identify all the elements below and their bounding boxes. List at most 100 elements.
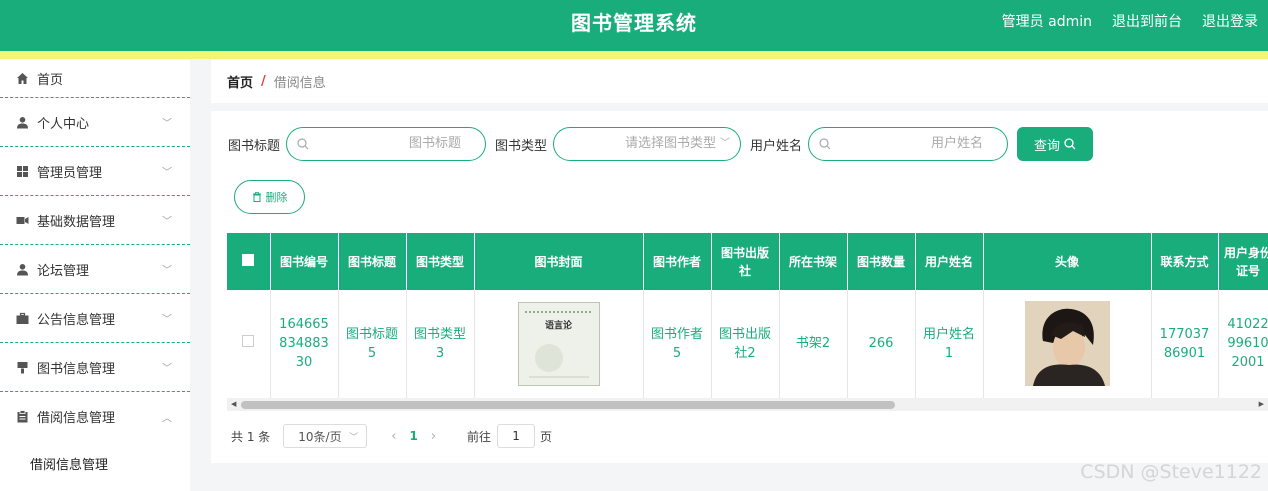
type-select-placeholder: 请选择图书类型 [625,136,717,151]
total-count: 共 1 条 [231,429,271,444]
chevron-down-icon: ﹀ [720,138,731,149]
goto-page-input[interactable]: 1 [497,424,536,448]
sidebar-item-label: 公告信息管理 [37,312,116,328]
column-header: 图书数量 [847,233,916,290]
user-search-input[interactable]: 用户姓名 [808,127,1009,161]
chevron-down-icon: ﹀ [162,314,172,326]
chevron-down-icon: ﹀ [162,167,172,179]
column-header: 用户身份证号 [1218,233,1268,290]
id-card-cell: 41022996102001 [1218,290,1268,399]
delete-button[interactable]: 删除 [234,180,305,214]
page-size-select[interactable]: 10条/页 ﹀ [283,424,368,448]
prev-page-icon[interactable]: ‹ [391,429,396,444]
main-panel: 图书标题 图书标题 图书类型 请选择图书类型 ﹀ 用户姓名 用户姓名 查询 删除 [211,111,1268,463]
table-horizontal-scrollbar[interactable]: ◀ ▶ [227,398,1268,411]
next-page-icon[interactable]: › [431,429,436,444]
scrollbar-thumb[interactable] [241,401,895,409]
search-icon [819,138,831,150]
shelf-cell: 书架2 [779,290,848,399]
type-search-label: 图书类型 [495,138,548,154]
home-icon [16,72,29,85]
title-search-input[interactable]: 图书标题 [286,127,487,161]
cover-cell: 语言论 [474,290,644,399]
trash-icon [252,192,261,202]
query-button[interactable]: 查询 [1017,127,1094,161]
column-header: 图书出版社 [711,233,780,290]
search-bar: 图书标题 图书标题 图书类型 请选择图书类型 ﹀ 用户姓名 用户姓名 查询 [228,127,1094,161]
book-cover-title: 语言论 [544,320,572,331]
logout-link[interactable]: 退出登录 [1202,0,1258,46]
sidebar-item-basic-data[interactable]: 基础数据管理 ﹀ [0,196,190,245]
header-accent-bar [0,51,1268,59]
sidebar-item-notice[interactable]: 公告信息管理 ﹀ [0,294,190,343]
title-search-label: 图书标题 [228,138,281,154]
type-select[interactable]: 请选择图书类型 ﹀ [553,127,742,161]
admin-label[interactable]: 管理员 admin [1002,0,1092,46]
title-cell: 图书标题5 [338,290,407,399]
column-header: 图书标题 [338,233,407,290]
delete-button-label: 删除 [265,191,288,204]
column-header: 联系方式 [1151,233,1219,290]
column-header: 用户姓名 [915,233,984,290]
select-all-checkbox[interactable] [242,253,255,266]
sidebar-item-admin-management[interactable]: 管理员管理 ﹀ [0,147,190,196]
table-row[interactable]: 16466583488330 图书标题5 图书类型3 语言论 图书作者5 图书出… [227,290,1268,399]
clipboard-icon [16,410,29,423]
sidebar-item-book-info[interactable]: 图书信息管理 ﹀ [0,343,190,392]
title-search-placeholder: 图书标题 [409,136,462,151]
user-name-cell: 用户姓名1 [915,290,984,399]
top-header: 图书管理系统 管理员 admin 退出到前台 退出登录 [0,0,1268,51]
column-header: 图书编号 [270,233,339,290]
query-button-label: 查询 [1034,138,1061,154]
sidebar-item-label: 论坛管理 [37,263,90,279]
user-icon [16,263,29,276]
book-no-cell: 16466583488330 [270,290,339,399]
sidebar-item-personal-center[interactable]: 个人中心 ﹀ [0,98,190,147]
column-header: 头像 [983,233,1152,290]
user-icon [16,116,29,129]
watermark: CSDN @Steve1122 [1080,461,1262,483]
goto-label: 前往 [467,429,492,444]
sidebar-item-label: 图书信息管理 [37,361,116,377]
breadcrumb-home[interactable]: 首页 [227,72,253,91]
chevron-down-icon: ﹀ [162,363,172,375]
breadcrumb-current: 借阅信息 [273,75,326,91]
avatar-cell [983,290,1152,399]
row-checkbox[interactable] [242,335,255,348]
avatar [1024,301,1110,387]
sidebar-item-label: 借阅信息管理 [37,411,116,426]
author-cell: 图书作者5 [643,290,712,399]
brush-icon [16,361,29,374]
user-search-placeholder: 用户姓名 [931,136,984,151]
column-header: 图书类型 [406,233,475,290]
sidebar-item-label: 首页 [37,72,64,88]
exit-to-front-link[interactable]: 退出到前台 [1112,0,1182,46]
row-select-cell [227,290,271,399]
chevron-down-icon: ﹀ [349,432,359,443]
chevron-up-icon: ︿ [162,413,172,424]
sidebar-item-borrow-info[interactable]: 借阅信息管理 ︿ [0,392,190,441]
scroll-right-icon[interactable]: ▶ [1259,398,1264,411]
quantity-cell: 266 [847,290,916,399]
breadcrumb: 首页 / 借阅信息 [211,59,1268,103]
column-header: 图书封面 [474,233,644,290]
select-all-cell [227,233,271,290]
video-icon [16,214,29,227]
publisher-cell: 图书出版社2 [711,290,780,399]
sidebar-item-home[interactable]: 首页 [0,59,190,98]
book-cover-image: 语言论 [517,301,600,386]
briefcase-icon [16,312,29,325]
user-search-label: 用户姓名 [750,138,803,154]
scroll-left-icon[interactable]: ◀ [231,398,236,411]
page-size-value: 10条/页 [298,429,342,444]
page-number-current[interactable]: 1 [409,429,417,443]
column-header: 所在书架 [779,233,848,290]
breadcrumb-separator: / [261,73,266,89]
page-suffix: 页 [540,429,553,444]
search-icon [297,138,309,150]
chevron-down-icon: ﹀ [162,118,172,130]
type-cell: 图书类型3 [406,290,475,399]
sidebar-item-forum[interactable]: 论坛管理 ﹀ [0,245,190,294]
submenu-item-borrow-info[interactable]: 借阅信息管理 [0,441,190,485]
borrow-table: 图书编号 图书标题 图书类型 图书封面 图书作者 图书出版社 所在书架 图书数量… [227,233,1268,413]
